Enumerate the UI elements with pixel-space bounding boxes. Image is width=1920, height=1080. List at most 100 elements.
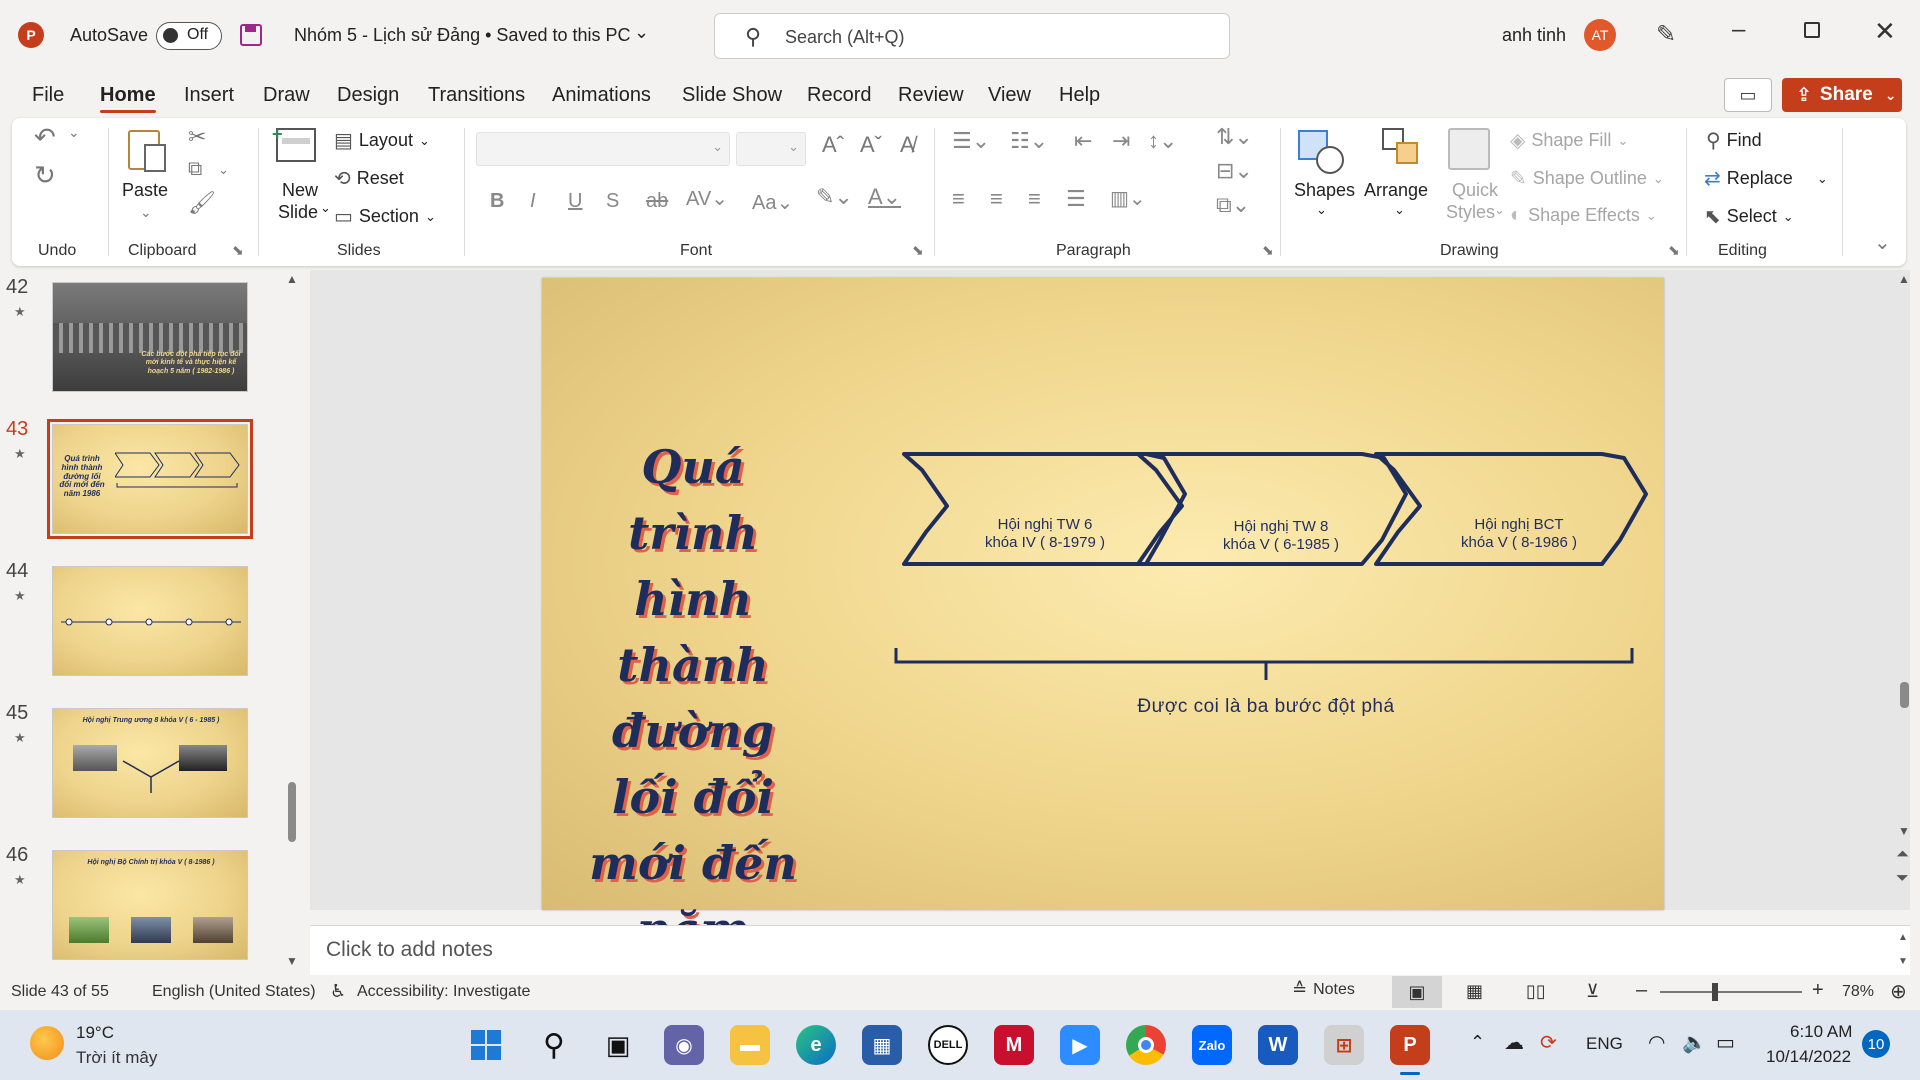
scroll-down-icon[interactable]: ▼ — [286, 954, 298, 968]
paste-button[interactable]: Paste — [122, 130, 172, 210]
fit-slide-icon[interactable]: ⊕ — [1890, 979, 1907, 1004]
increase-font-icon[interactable]: Aˆ — [822, 132, 844, 158]
bold-icon[interactable]: B — [490, 190, 504, 213]
smartart-icon[interactable]: ⧉⌄ — [1216, 192, 1250, 218]
undo-icon[interactable]: ↶ — [34, 122, 56, 153]
slide-thumbnail-42[interactable]: Các bước đột phá tiếp tục đổi mới kinh t… — [52, 282, 248, 392]
tray-expand-icon[interactable]: ⌃ — [1470, 1032, 1485, 1053]
select-button[interactable]: ⬉ Select ⌄ — [1704, 204, 1794, 229]
zoom-out-icon[interactable]: – — [1636, 979, 1647, 1002]
chrome-icon[interactable] — [1126, 1025, 1166, 1065]
dialog-launcher-icon[interactable]: ⬊ — [1668, 242, 1680, 259]
scroll-up-icon[interactable]: ▲ — [1898, 932, 1908, 943]
clear-formatting-icon[interactable]: A̸ — [900, 132, 915, 158]
file-explorer-icon[interactable]: ▬ — [730, 1025, 770, 1065]
weather-temp[interactable]: 19°C — [76, 1023, 114, 1043]
weather-icon[interactable] — [30, 1026, 64, 1060]
save-icon[interactable] — [240, 24, 262, 46]
quick-styles-button[interactable]: Quick Styles ⌄ — [1438, 128, 1505, 240]
dialog-launcher-icon[interactable]: ⬊ — [912, 242, 924, 259]
search-icon[interactable]: ⚲ — [534, 1025, 574, 1065]
language-status[interactable]: English (United States) — [152, 983, 316, 1001]
columns-icon[interactable]: ▥⌄ — [1110, 186, 1146, 211]
avatar[interactable]: AT — [1584, 19, 1616, 51]
find-button[interactable]: ⚲ Find — [1706, 128, 1762, 153]
chevron-down-icon[interactable]: ⌄ — [634, 22, 649, 43]
weather-desc[interactable]: Trời ít mây — [76, 1048, 157, 1068]
sync-icon[interactable]: ⟳ — [1540, 1030, 1557, 1055]
dialog-launcher-icon[interactable]: ⬊ — [232, 242, 244, 259]
align-left-icon[interactable]: ≡ — [952, 186, 965, 212]
input-language[interactable]: ENG — [1586, 1034, 1623, 1054]
strikethrough-icon[interactable]: ab — [646, 190, 668, 213]
tab-review[interactable]: Review — [898, 84, 964, 107]
align-text-icon[interactable]: ⊟⌄ — [1216, 158, 1253, 184]
shapes-button[interactable]: Shapes ⌄ — [1290, 128, 1356, 240]
notes-toggle-button[interactable]: ≙ Notes — [1292, 979, 1355, 1000]
bullets-icon[interactable]: ☰⌄ — [952, 128, 990, 154]
tab-record[interactable]: Record — [807, 84, 871, 107]
slide-thumbnail-43[interactable]: Quá trình hình thành đường lối đổi mới đ… — [47, 419, 253, 539]
collapse-ribbon-icon[interactable]: ⌄ — [1874, 230, 1891, 255]
slide-canvas[interactable]: Quá trình hình thành đường lối đổi mới đ… — [542, 278, 1664, 1022]
chevron-down-icon[interactable]: ⌄ — [68, 124, 80, 141]
zoom-icon[interactable]: ▶ — [1060, 1025, 1100, 1065]
character-spacing-icon[interactable]: AV⌄ — [686, 186, 728, 211]
tab-draw[interactable]: Draw — [263, 84, 310, 107]
tab-animations[interactable]: Animations — [552, 84, 651, 107]
zoom-slider-thumb[interactable] — [1712, 983, 1718, 1001]
highlight-icon[interactable]: ✎⌄ — [816, 184, 853, 210]
underline-icon[interactable]: U — [568, 190, 582, 213]
dialog-launcher-icon[interactable]: ⬊ — [1262, 242, 1274, 259]
numbering-icon[interactable]: ☷⌄ — [1010, 128, 1048, 154]
section-button[interactable]: ▭ Section ⌄ — [334, 204, 436, 229]
tab-design[interactable]: Design — [337, 84, 399, 107]
change-case-icon[interactable]: Aa⌄ — [752, 190, 793, 215]
slideshow-icon[interactable]: ⊻ — [1586, 981, 1599, 1002]
dell-icon[interactable]: DELL — [928, 1025, 968, 1065]
workspace-scrollbar-thumb[interactable] — [1900, 682, 1909, 708]
scroll-up-icon[interactable]: ▲ — [286, 272, 298, 286]
accessibility-status[interactable]: Accessibility: Investigate — [357, 983, 530, 1001]
scroll-down-icon[interactable]: ▼ — [1898, 956, 1908, 967]
new-slide-button[interactable]: + New Slide ⌄ — [268, 124, 331, 240]
chevron-down-icon[interactable]: ⌄ — [218, 162, 229, 178]
tab-file[interactable]: File — [32, 84, 64, 107]
font-color-icon[interactable]: A⌄ — [868, 184, 901, 210]
restore-icon[interactable] — [1804, 22, 1820, 38]
clock-time[interactable]: 6:10 AM — [1790, 1022, 1852, 1042]
next-slide-icon[interactable]: ⏷ — [1896, 870, 1909, 888]
thumbnail-scrollbar-thumb[interactable] — [288, 782, 296, 842]
align-right-icon[interactable]: ≡ — [1028, 186, 1041, 212]
pen-icon[interactable]: ✎ — [1656, 20, 1676, 49]
normal-view-button[interactable]: ▣ — [1392, 976, 1442, 1008]
tab-slide-show[interactable]: Slide Show — [682, 84, 782, 107]
arrange-button[interactable]: Arrange ⌄ — [1362, 128, 1432, 240]
document-title[interactable]: Nhóm 5 - Lịch sử Đảng • Saved to this PC — [294, 25, 631, 46]
battery-icon[interactable]: ▭ — [1716, 1030, 1735, 1055]
shadow-icon[interactable]: S — [606, 190, 619, 213]
tab-home[interactable]: Home — [100, 84, 156, 113]
scroll-down-icon[interactable]: ▼ — [1898, 824, 1910, 838]
app-icon[interactable]: ⊞ — [1324, 1025, 1364, 1065]
cut-icon[interactable]: ✂ — [188, 124, 206, 150]
close-icon[interactable]: ✕ — [1874, 16, 1896, 47]
reset-button[interactable]: ⟲ Reset — [334, 166, 404, 191]
scroll-up-icon[interactable]: ▲ — [1898, 272, 1910, 286]
tab-view[interactable]: View — [988, 84, 1031, 107]
onedrive-icon[interactable]: ☁ — [1504, 1030, 1524, 1055]
previous-slide-icon[interactable]: ⏶ — [1896, 846, 1909, 864]
italic-icon[interactable]: I — [530, 190, 536, 213]
autosave-toggle[interactable]: Off — [156, 22, 222, 50]
layout-button[interactable]: ▤ Layout ⌄ — [334, 128, 430, 153]
task-view-icon[interactable]: ▣ — [598, 1025, 638, 1065]
reading-view-icon[interactable]: ▯▯ — [1526, 981, 1546, 1002]
tab-help[interactable]: Help — [1059, 84, 1100, 107]
edge-icon[interactable]: e — [796, 1025, 836, 1065]
shape-fill-button[interactable]: ◈ Shape Fill ⌄ — [1510, 128, 1628, 153]
word-icon[interactable]: W — [1258, 1025, 1298, 1065]
windows-start-icon[interactable] — [466, 1025, 506, 1065]
teams-chat-icon[interactable]: ◉ — [664, 1025, 704, 1065]
text-direction-icon[interactable]: ⇅⌄ — [1216, 124, 1253, 150]
zoom-slider[interactable] — [1660, 983, 1802, 1001]
